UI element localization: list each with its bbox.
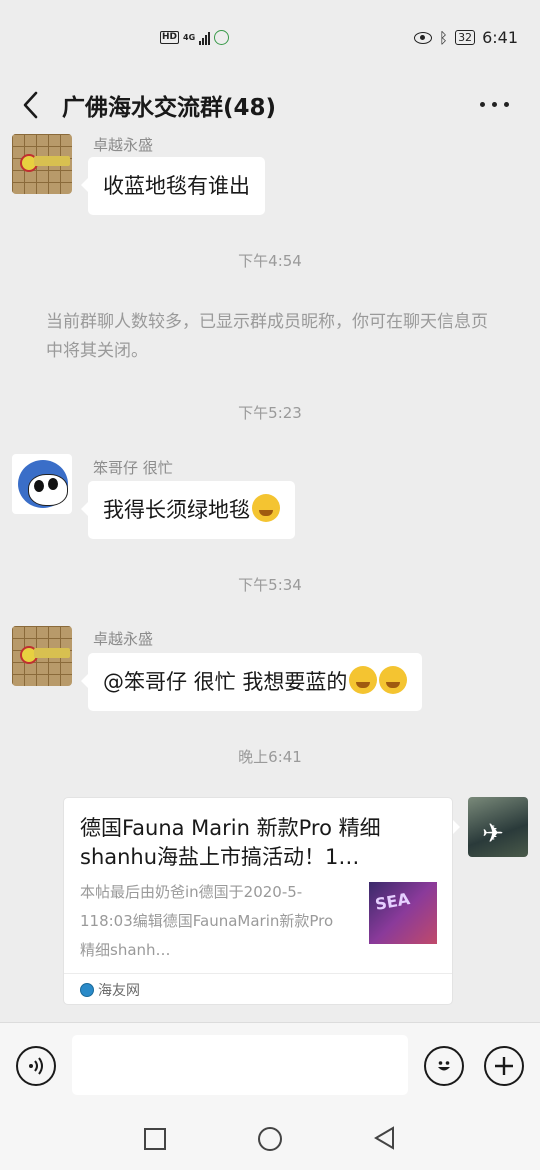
link-source: 海友网 xyxy=(98,983,140,999)
avatar[interactable] xyxy=(12,626,72,686)
thumbnail-text: SEA xyxy=(373,889,412,914)
plus-icon xyxy=(495,1057,513,1075)
back-button[interactable] xyxy=(18,88,44,122)
thinking-emoji-icon xyxy=(379,666,408,694)
wifi-call-icon xyxy=(214,30,230,45)
recents-button[interactable] xyxy=(144,1128,166,1150)
plus-button[interactable] xyxy=(484,1046,524,1086)
triangle-back-icon xyxy=(374,1126,394,1150)
message-bubble[interactable]: 收蓝地毯有谁出 xyxy=(81,157,265,215)
eye-icon xyxy=(414,31,433,44)
network-type: 4G xyxy=(183,33,196,42)
message-bubble[interactable]: @笨哥仔 很忙 我想要蓝的 xyxy=(80,653,423,711)
chat-area[interactable]: 卓越永盛 收蓝地毯有谁出 下午4:54 当前群聊人数较多，已显示群成员昵称，你可… xyxy=(0,134,540,1022)
network-indicators: HD 4G xyxy=(160,30,230,45)
crying-laugh-emoji-icon xyxy=(252,494,280,522)
system-nav-bar xyxy=(0,1108,540,1170)
battery-icon: 32 xyxy=(455,30,476,45)
emoji-icon xyxy=(438,1061,450,1071)
nav-back-button[interactable] xyxy=(373,1126,395,1154)
link-card-title: 德国Fauna Marin 新款Pro 精细shanhu海盐上市搞活动！1… xyxy=(80,816,381,869)
chevron-left-icon xyxy=(23,91,38,119)
signal-icon xyxy=(199,31,211,45)
timestamp: 下午4:54 xyxy=(238,252,302,270)
timestamp: 晚上6:41 xyxy=(238,748,302,766)
thinking-emoji-icon xyxy=(349,666,378,694)
sender-name: 卓越永盛 xyxy=(93,630,154,648)
message-bubble[interactable]: 我得长须绿地毯 xyxy=(81,481,295,539)
more-button[interactable] xyxy=(480,94,514,114)
timestamp: 下午5:23 xyxy=(238,404,302,422)
message-text: 我得长须绿地毯 xyxy=(103,498,250,522)
system-notice: 当前群聊人数较多，已显示群成员昵称，你可在聊天信息页中将其关闭。 xyxy=(46,312,488,361)
voice-icon xyxy=(29,1057,43,1075)
message-input[interactable] xyxy=(72,1035,408,1095)
home-button[interactable] xyxy=(258,1127,282,1151)
link-card[interactable]: 德国Fauna Marin 新款Pro 精细shanhu海盐上市搞活动！1… 本… xyxy=(63,797,460,1005)
my-avatar[interactable]: ✈ xyxy=(468,797,528,857)
bluetooth-icon: ᛒ xyxy=(439,28,449,47)
voice-button[interactable] xyxy=(16,1046,56,1086)
source-icon xyxy=(80,983,94,997)
chat-title: 广佛海水交流群(48) xyxy=(62,95,277,121)
status-bar: HD 4G ᛒ 32 6:41 xyxy=(0,0,540,78)
more-dots-icon xyxy=(480,101,485,107)
clock: 6:41 xyxy=(482,28,518,47)
hd-badge: HD xyxy=(160,31,180,44)
link-card-description: 本帖最后由奶爸in德国于2020-5-118:03编辑德国FaunaMarin新… xyxy=(80,883,334,959)
sender-name: 笨哥仔 很忙 xyxy=(93,459,173,477)
emoji-button[interactable] xyxy=(424,1046,464,1086)
avatar[interactable] xyxy=(12,454,72,514)
chat-header: 广佛海水交流群(48) xyxy=(0,78,540,134)
airplane-icon: ✈ xyxy=(482,819,504,849)
link-card-footer: 海友网 xyxy=(64,973,452,1004)
input-bar xyxy=(0,1022,540,1109)
message-text: @笨哥仔 很忙 我想要蓝的 xyxy=(103,670,348,694)
timestamp: 下午5:34 xyxy=(238,576,302,594)
avatar[interactable] xyxy=(12,134,72,194)
status-right: ᛒ 32 6:41 xyxy=(414,28,518,47)
link-card-thumbnail: SEA xyxy=(369,882,437,944)
sender-name: 卓越永盛 xyxy=(93,136,154,154)
